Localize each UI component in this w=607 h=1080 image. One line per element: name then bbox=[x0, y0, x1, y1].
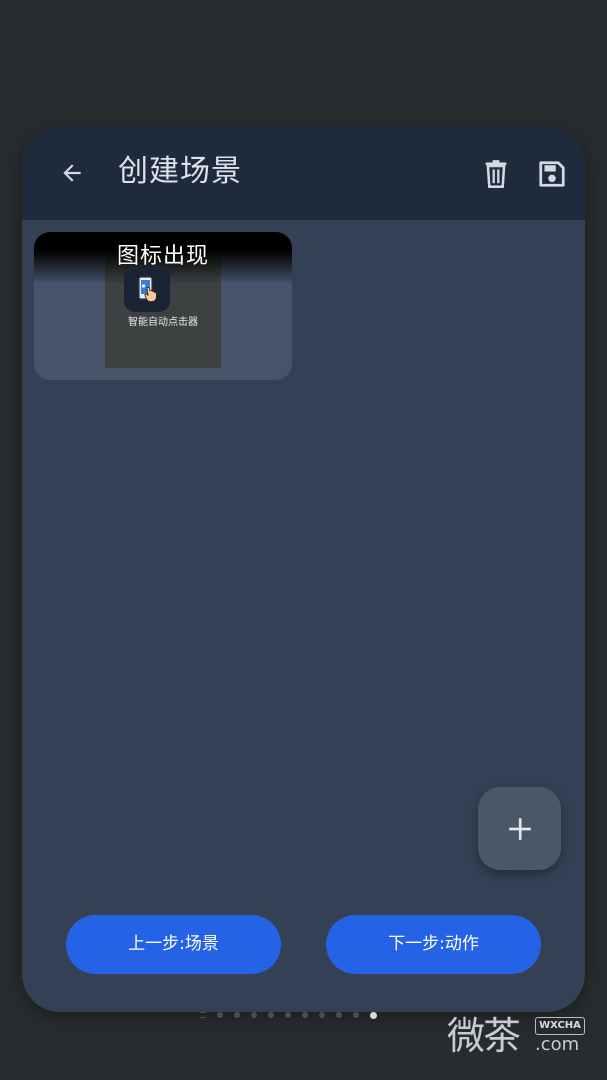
watermark-suffix: .com bbox=[535, 1034, 580, 1055]
page-dot bbox=[353, 1012, 359, 1018]
page-dot bbox=[285, 1012, 291, 1018]
watermark: 微茶 WXCHA .com bbox=[447, 1012, 597, 1060]
screen: 创建场景 图标出现 智能自动点击器 上一步:场景 下一步:动作 微茶 WXCHA… bbox=[0, 0, 607, 1080]
page-dot-active bbox=[370, 1011, 377, 1019]
create-scene-dialog: 创建场景 图标出现 智能自动点击器 上一步:场景 下一步:动作 bbox=[22, 126, 585, 1012]
page-dot bbox=[234, 1012, 240, 1018]
page-dot bbox=[217, 1012, 223, 1018]
watermark-badge: WXCHA bbox=[535, 1017, 585, 1035]
save-button[interactable] bbox=[530, 152, 574, 196]
app-icon bbox=[124, 266, 170, 312]
page-dot bbox=[302, 1012, 308, 1018]
app-bar: 创建场景 bbox=[22, 126, 585, 220]
page-dot bbox=[336, 1012, 342, 1018]
page-indicator bbox=[200, 1010, 410, 1020]
page-dot bbox=[319, 1012, 325, 1018]
app-name-label: 智能自动点击器 bbox=[128, 317, 198, 328]
plus-icon bbox=[508, 817, 531, 840]
page-indicator-menu bbox=[200, 1012, 206, 1018]
next-step-button[interactable]: 下一步:动作 bbox=[326, 915, 541, 974]
phone-tap-icon bbox=[138, 276, 157, 303]
condition-title: 图标出现 bbox=[116, 244, 209, 269]
back-button[interactable] bbox=[50, 151, 94, 195]
floppy-disk-icon bbox=[539, 161, 565, 187]
condition-card[interactable]: 图标出现 智能自动点击器 bbox=[34, 232, 292, 380]
page-title: 创建场景 bbox=[118, 154, 242, 189]
delete-button[interactable] bbox=[474, 152, 518, 196]
page-dot bbox=[251, 1012, 257, 1018]
previous-step-button[interactable]: 上一步:场景 bbox=[66, 915, 281, 974]
trash-icon bbox=[485, 160, 507, 188]
page-dot bbox=[268, 1012, 274, 1018]
add-condition-button[interactable] bbox=[478, 787, 561, 870]
arrow-left-icon bbox=[63, 164, 81, 182]
watermark-text: 微茶 bbox=[447, 1014, 521, 1058]
